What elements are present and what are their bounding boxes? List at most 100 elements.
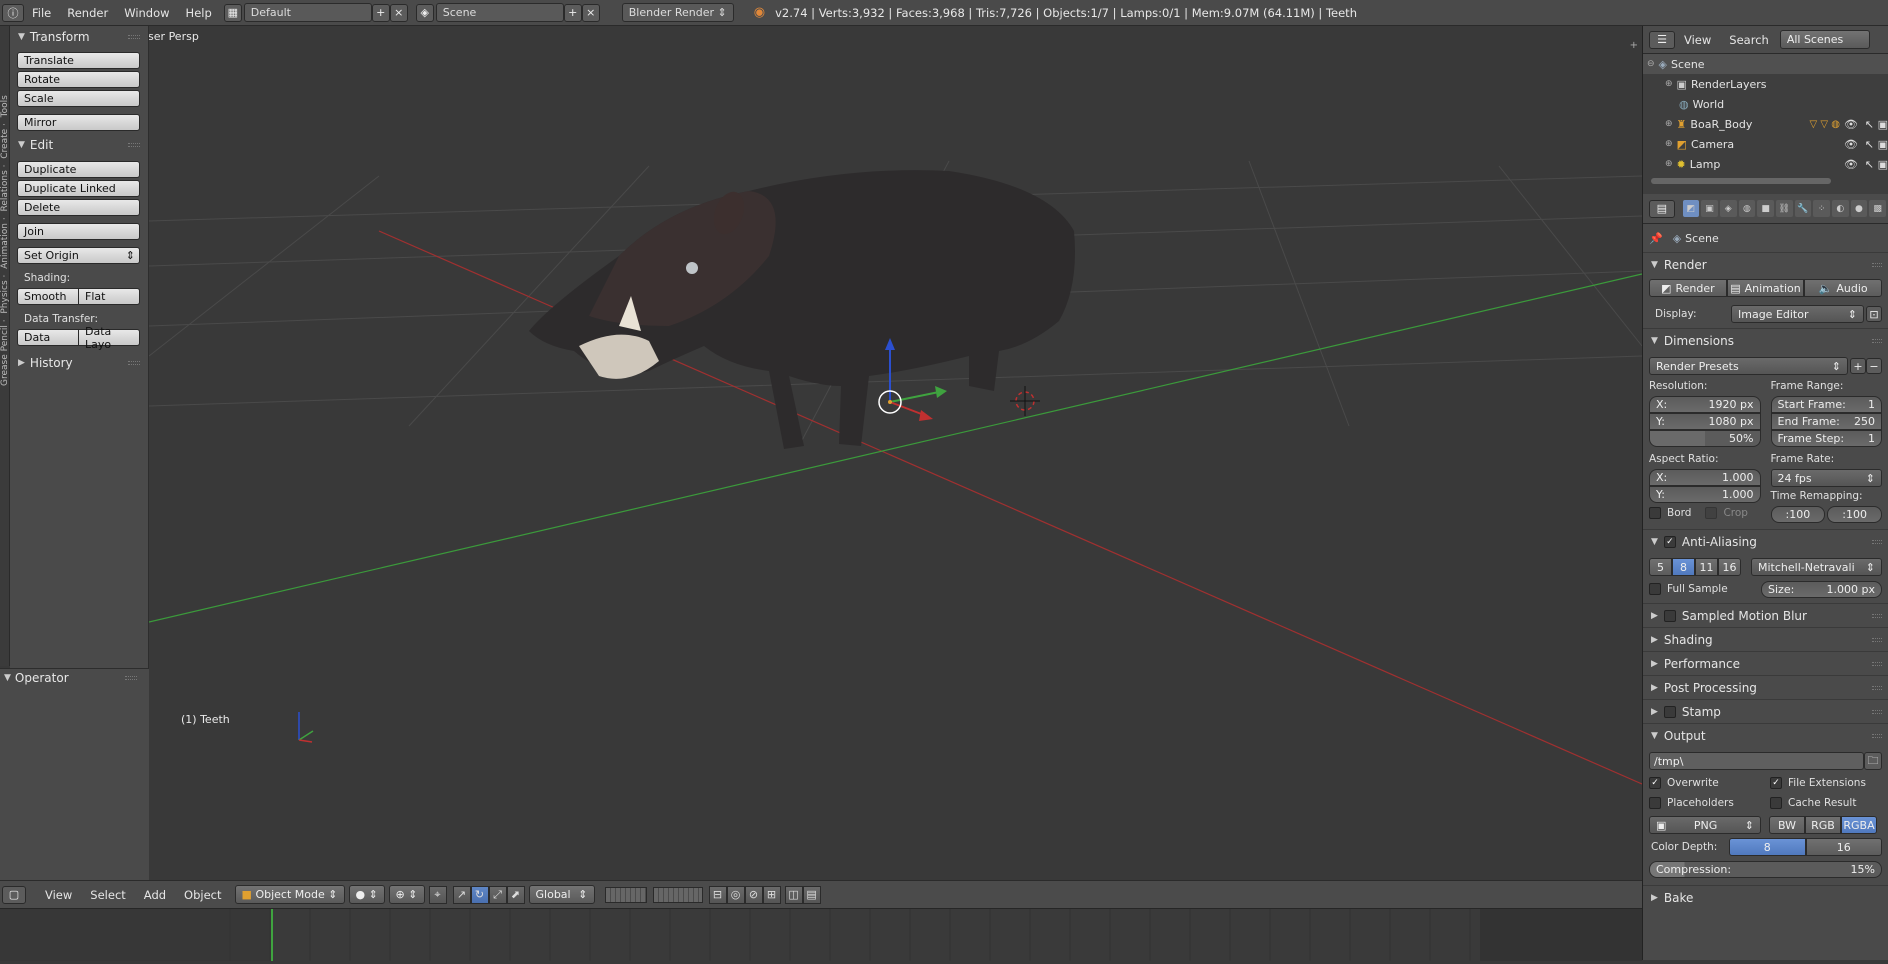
object-tab-icon[interactable]: ■ [1757,200,1774,217]
stamp-section-header[interactable]: ▶ Stamp [1643,699,1888,723]
transform-panel-header[interactable]: ▼ Transform [10,28,148,46]
cache-result-checkbox[interactable] [1770,797,1782,809]
menu-render[interactable]: Render [59,6,116,20]
proportional-edit-icon[interactable]: ◎ [726,885,745,904]
transform-tool-icon[interactable]: ⬈ [506,885,525,904]
collapse-icon[interactable]: ⊖ [1647,59,1655,69]
drag-grip-icon[interactable] [128,35,140,39]
toggle-properties-icon[interactable]: + [1630,40,1638,51]
viewport-scene[interactable] [149,26,1642,880]
toolshelf-tabs[interactable]: Grease Pencil · Physics · Animation · Re… [0,26,10,666]
duplicate-linked-button[interactable]: Duplicate Linked [17,180,140,197]
selectable-arrow-icon[interactable]: ↖ [1865,118,1874,131]
outliner-menu-view[interactable]: View [1675,33,1720,47]
screen-layout-icon[interactable]: ▦ [223,3,242,22]
aa-sample-16[interactable]: 16 [1718,558,1741,576]
render-still-icon[interactable]: ◫ [784,885,803,904]
remap-old-field[interactable]: :100 [1770,506,1826,523]
outliner-menu-search[interactable]: Search [1720,33,1778,47]
full-sample-checkbox[interactable] [1649,583,1661,595]
layer-buttons-2[interactable] [652,886,703,903]
editor-type-info-icon[interactable]: ⓘ [2,3,24,22]
remove-layout-icon[interactable]: × [389,3,408,22]
dimensions-section-header[interactable]: ▼ Dimensions [1643,328,1888,352]
pivot-dropdown[interactable]: ⊕ ⇕ [388,885,425,904]
outliner-row-scene[interactable]: ⊖ ◈ Scene [1643,54,1888,74]
motion-blur-checkbox[interactable] [1663,609,1676,622]
drag-grip-icon[interactable] [1872,263,1882,267]
animation-button[interactable]: ▤ Animation [1726,279,1805,297]
pin-icon[interactable]: 📌 [1649,232,1663,245]
remove-preset-icon[interactable]: − [1866,358,1882,374]
crop-checkbox[interactable] [1705,507,1718,519]
smooth-button[interactable]: Smooth [17,288,79,305]
outliner-row-lamp[interactable]: ⊕ ✹ Lamp 👁 ↖ ▣ [1643,154,1888,174]
render-presets-dropdown[interactable]: Render Presets ⇕ [1649,357,1848,375]
aa-sample-11[interactable]: 11 [1695,558,1718,576]
tab-physics[interactable]: Physics [0,280,10,313]
motion-blur-section-header[interactable]: ▶ Sampled Motion Blur [1643,603,1888,627]
duplicate-button[interactable]: Duplicate [17,161,140,178]
rotate-button[interactable]: Rotate [17,71,140,88]
snap-element-icon[interactable]: ⊞ [762,885,781,904]
outliner-row-world[interactable]: ◍ World [1643,94,1888,114]
bake-section-header[interactable]: ▶ Bake [1643,885,1888,909]
manipulator-toggle-icon[interactable]: ⌖ [428,885,447,904]
material-tab-icon[interactable]: ● [1850,200,1868,217]
folder-icon[interactable]: 🗀 [1864,752,1882,770]
menu-object[interactable]: Object [175,888,230,902]
constraints-tab-icon[interactable]: ⛓ [1775,200,1793,217]
shading-section-header[interactable]: ▶ Shading [1643,627,1888,651]
history-panel-header[interactable]: ▶ History [10,354,148,372]
menu-view[interactable]: View [36,888,81,902]
lock-layers-icon[interactable]: ⊟ [708,885,727,904]
timeline-ruler[interactable] [0,909,1642,961]
frame-step-field[interactable]: Frame Step: 1 [1770,430,1882,447]
expand-icon[interactable]: ⊕ [1665,79,1673,89]
color-depth-16[interactable]: 16 [1805,838,1882,856]
outliner-row-boar-body[interactable]: ⊕ ♜ BoaR_Body ▽ ▽ ◍ 👁 ↖ ▣ [1643,114,1888,134]
editor-type-properties-icon[interactable]: ▤ [1649,199,1675,218]
delete-button[interactable]: Delete [17,199,140,216]
remove-scene-icon[interactable]: × [581,3,600,22]
expand-icon[interactable]: ⊕ [1665,119,1673,129]
output-section-header[interactable]: ▼ Output [1643,723,1888,747]
visibility-eye-icon[interactable]: 👁 [1844,138,1858,151]
scene-icon[interactable]: ◈ [415,3,434,22]
physics-tab-icon[interactable]: ◐ [1831,200,1849,217]
boar-model[interactable] [529,170,1075,449]
outliner-row-camera[interactable]: ⊕ ◩ Camera 👁 ↖ ▣ [1643,134,1888,154]
viewport-shading-dropdown[interactable]: ● ⇕ [348,885,385,904]
translate-button[interactable]: Translate [17,52,140,69]
color-mode-rgba[interactable]: RGBA [1841,816,1877,834]
drag-grip-icon[interactable] [128,143,140,147]
join-button[interactable]: Join [17,223,140,240]
post-processing-section-header[interactable]: ▶ Post Processing [1643,675,1888,699]
aa-sample-5[interactable]: 5 [1649,558,1672,576]
texture-tab-icon[interactable]: ▩ [1869,200,1886,217]
scene-field[interactable]: Scene [435,3,564,22]
visibility-eye-icon[interactable]: 👁 [1844,118,1858,131]
drag-grip-icon[interactable] [125,676,137,680]
drag-grip-icon[interactable] [1872,734,1882,738]
drag-grip-icon[interactable] [1872,540,1882,544]
selectable-arrow-icon[interactable]: ↖ [1865,158,1874,171]
outliner-scrollbar[interactable] [1651,178,1831,184]
stamp-checkbox[interactable] [1663,705,1676,718]
file-extensions-checkbox[interactable]: ✓ [1770,777,1782,789]
editor-type-outliner-icon[interactable]: ☰ [1649,30,1675,49]
border-checkbox[interactable] [1649,507,1661,519]
filter-size-field[interactable]: Size: 1.000 px [1761,580,1882,598]
expand-icon[interactable]: ⊕ [1665,139,1673,149]
menu-select[interactable]: Select [81,888,134,902]
tab-animation[interactable]: Animation [0,223,10,269]
remap-new-field[interactable]: :100 [1827,506,1882,523]
aspect-x-field[interactable]: X: 1.000 [1649,469,1761,486]
scale-button[interactable]: Scale [17,90,140,107]
performance-section-header[interactable]: ▶ Performance [1643,651,1888,675]
modifiers-tab-icon[interactable]: 🔧 [1794,200,1812,217]
overwrite-checkbox[interactable]: ✓ [1649,777,1661,789]
tab-create[interactable]: Create [0,129,10,159]
menu-add[interactable]: Add [135,888,175,902]
menu-window[interactable]: Window [116,6,177,20]
